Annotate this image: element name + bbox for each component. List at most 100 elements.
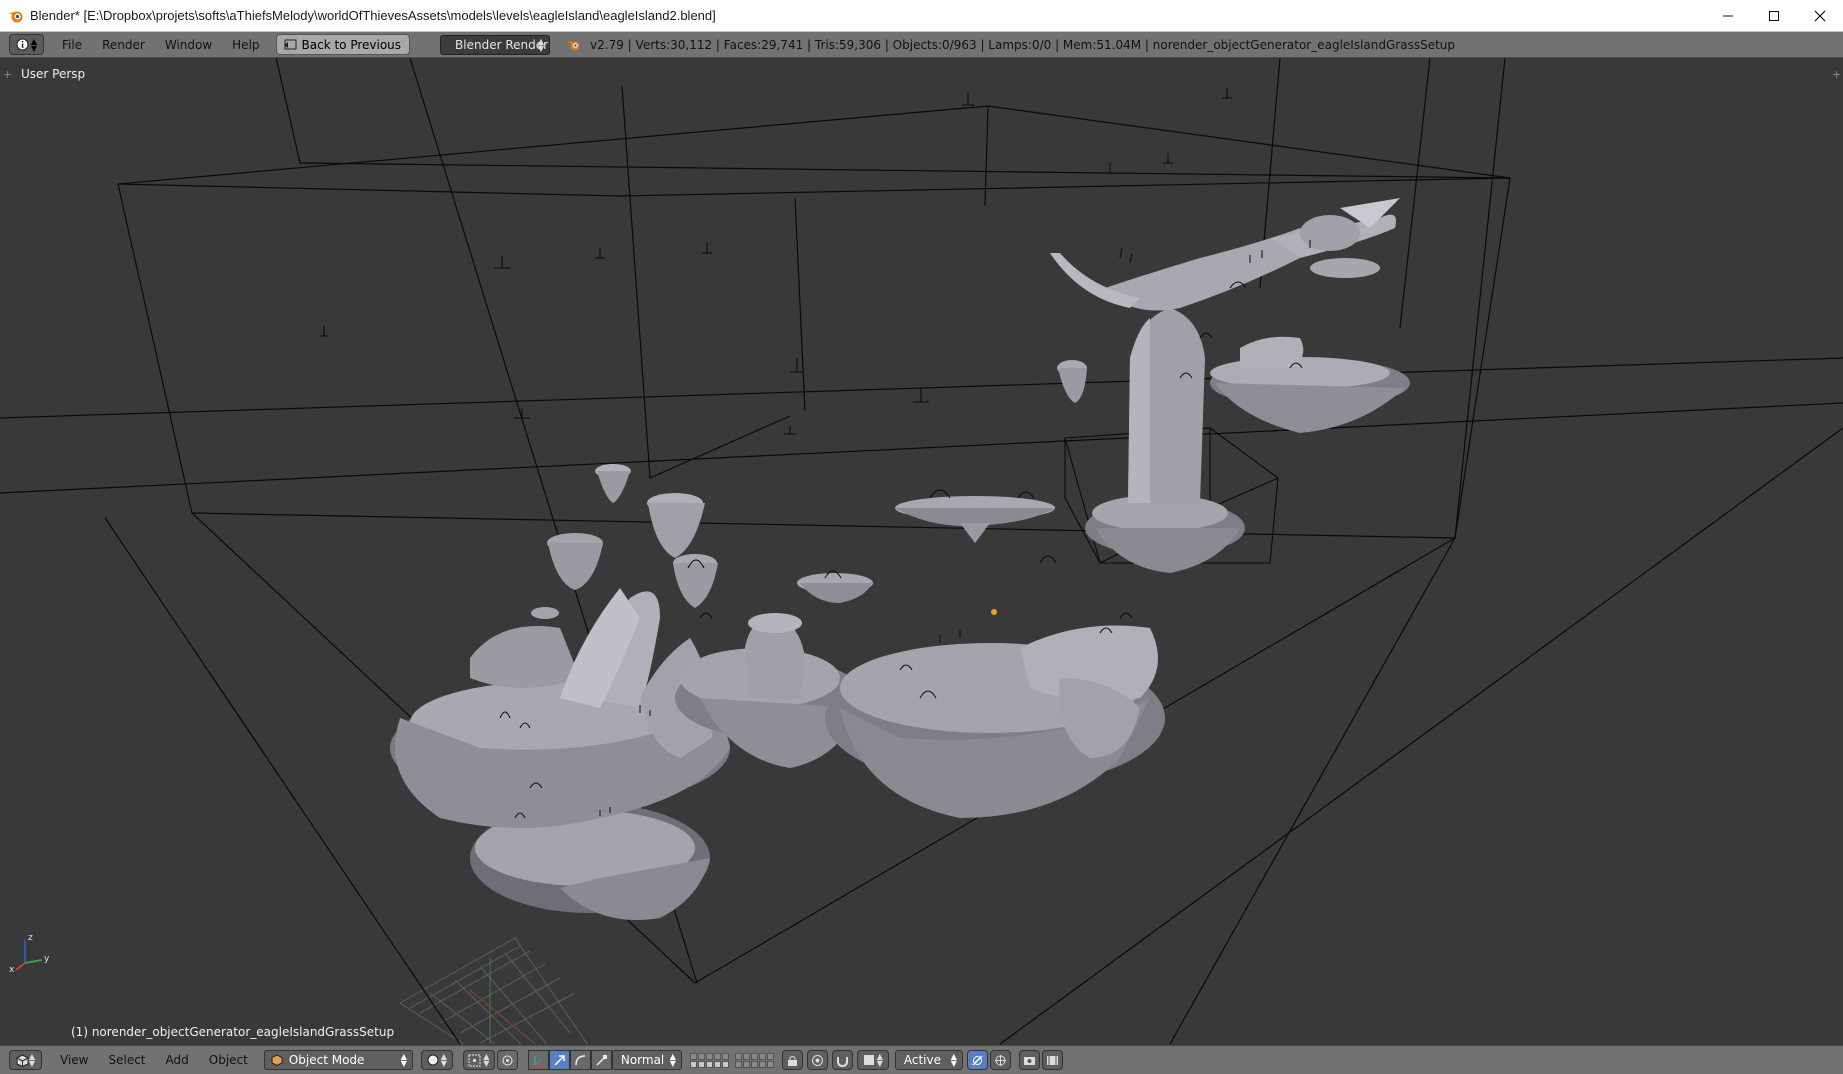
floor-grid — [399, 937, 588, 1044]
layer-cell[interactable] — [689, 1060, 697, 1068]
film-render-icon — [1046, 1055, 1058, 1065]
rotate-arc-icon — [575, 1054, 585, 1065]
align-rotation-icon — [972, 1054, 983, 1066]
layer-cell[interactable] — [766, 1052, 774, 1060]
translate-manipulator-button[interactable] — [548, 1050, 570, 1070]
layer-cell[interactable] — [758, 1060, 766, 1068]
manipulator-toggle[interactable] — [527, 1050, 549, 1070]
updown-arrows-icon: ▲ ▼ — [30, 36, 38, 53]
layer-cell[interactable] — [750, 1060, 758, 1068]
interaction-mode-label: Object Mode — [288, 1053, 365, 1067]
viewport-shading-select[interactable]: ▲ ▼ — [420, 1050, 453, 1070]
layer-cell[interactable] — [721, 1060, 729, 1068]
info-icon — [16, 38, 29, 51]
region-expand-icon[interactable]: + — [3, 68, 12, 81]
updown-arrows-icon: ▲ ▼ — [537, 36, 545, 53]
proportional-edit-icon — [811, 1054, 823, 1066]
render-opengl-image-button[interactable] — [1018, 1050, 1040, 1070]
minimize-icon — [1723, 15, 1733, 16]
layer-cell[interactable] — [750, 1052, 758, 1060]
snap-target-label: Active — [903, 1053, 941, 1067]
layer-cell[interactable] — [758, 1052, 766, 1060]
layer-cell[interactable] — [742, 1060, 750, 1068]
manipulate-centers-toggle[interactable] — [496, 1050, 518, 1070]
close-icon — [1814, 10, 1826, 21]
snap-target-select[interactable]: Active ▲ ▼ — [894, 1050, 963, 1070]
align-rotation-button[interactable] — [966, 1050, 988, 1070]
layer-cell[interactable] — [697, 1060, 705, 1068]
layers-lock-icon — [787, 1055, 797, 1066]
menu-help[interactable]: Help — [222, 34, 269, 56]
render-engine-select[interactable]: Blender Render ▲ ▼ — [440, 34, 551, 55]
stats-text: v2.79 | Verts:30,112 | Faces:29,741 | Tr… — [590, 37, 1456, 52]
rotate-manipulator-button[interactable] — [569, 1050, 591, 1070]
back-to-previous-button[interactable]: Back to Previous — [275, 34, 411, 55]
layer-cell[interactable] — [713, 1060, 721, 1068]
snap-toggle-button[interactable] — [831, 1050, 853, 1070]
3d-viewport[interactable]: + + User Persp (1) norender_objectGenera… — [0, 58, 1843, 1044]
blender-logo-icon — [9, 11, 23, 22]
menu-file[interactable]: File — [52, 34, 92, 56]
proportional-edit-button[interactable] — [806, 1050, 828, 1070]
layer-cell[interactable] — [721, 1052, 729, 1060]
scale-arrow-icon — [596, 1054, 607, 1066]
pivot-point-select[interactable]: ▲ ▼ — [462, 1050, 495, 1070]
pivot-center-icon — [502, 1055, 513, 1065]
menu-render[interactable]: Render — [92, 34, 155, 56]
layer-buttons — [689, 1052, 774, 1068]
axis-z-label: z — [28, 933, 33, 943]
snap-element-select[interactable]: ▲ ▼ — [856, 1050, 889, 1070]
menu-add[interactable]: Add — [156, 1049, 199, 1071]
magnet-icon — [836, 1056, 848, 1067]
layer-block-2[interactable] — [734, 1052, 774, 1068]
manipulator-axes-icon — [534, 1055, 544, 1066]
view3d-header: ▲ ▼ View Select Add Object Object Mode ▲ ▼… — [0, 1045, 1843, 1074]
region-expand-icon[interactable]: + — [1832, 68, 1841, 81]
editor-type-button[interactable]: ▲ ▼ — [9, 34, 44, 55]
window-controls — [1705, 0, 1843, 31]
layer-cell[interactable] — [689, 1052, 697, 1060]
minimize-button[interactable] — [1705, 0, 1751, 31]
project-snap-button[interactable] — [989, 1050, 1011, 1070]
editor-type-button[interactable]: ▲ ▼ — [9, 1050, 42, 1070]
layer-cell[interactable] — [705, 1052, 713, 1060]
back-to-previous-label: Back to Previous — [301, 37, 402, 52]
layer-cell[interactable] — [742, 1052, 750, 1060]
layer-cell[interactable] — [705, 1060, 713, 1068]
project-snap-icon — [994, 1054, 1006, 1066]
menu-select[interactable]: Select — [98, 1049, 155, 1071]
window-titlebar: Blender* [E:\Dropbox\projets\softs\aThie… — [0, 0, 1843, 32]
maximize-button[interactable] — [1751, 0, 1797, 31]
transform-orientation-select[interactable]: Normal ▲ ▼ — [611, 1050, 682, 1070]
menu-object[interactable]: Object — [199, 1049, 258, 1071]
layer-cell[interactable] — [697, 1052, 705, 1060]
render-opengl-animation-button[interactable] — [1041, 1050, 1063, 1070]
back-screen-icon — [283, 39, 297, 49]
manipulator-group — [527, 1050, 612, 1070]
layer-cell[interactable] — [734, 1052, 742, 1060]
origin-dot — [991, 609, 997, 615]
updown-arrows-icon: ▲ ▼ — [950, 1052, 957, 1068]
layer-cell[interactable] — [713, 1052, 721, 1060]
object-mode-cube-icon — [271, 1054, 283, 1066]
layer-block-1[interactable] — [689, 1052, 729, 1068]
view3d-menu: View Select Add Object — [50, 1049, 258, 1071]
camera-render-icon — [1023, 1056, 1035, 1065]
view-label: User Persp — [21, 67, 86, 81]
window-title: Blender* [E:\Dropbox\projets\softs\aThie… — [30, 8, 716, 23]
layer-cell[interactable] — [734, 1060, 742, 1068]
menu-view[interactable]: View — [50, 1049, 98, 1071]
maximize-icon — [1769, 10, 1779, 21]
lock-camera-layers-button[interactable] — [781, 1050, 803, 1070]
close-button[interactable] — [1797, 0, 1843, 31]
scale-manipulator-button[interactable] — [590, 1050, 612, 1070]
menu-window[interactable]: Window — [155, 34, 222, 56]
snap-increment-icon — [863, 1055, 874, 1065]
island-meshes — [390, 198, 1410, 920]
interaction-mode-select[interactable]: Object Mode ▲ ▼ — [263, 1050, 413, 1070]
solid-shading-icon — [427, 1054, 439, 1066]
viewport-scene — [0, 58, 1843, 1044]
scene-stats: v2.79 | Verts:30,112 | Faces:29,741 | Tr… — [566, 38, 1455, 52]
layer-cell[interactable] — [766, 1060, 774, 1068]
render-engine-label: Blender Render — [455, 37, 549, 52]
